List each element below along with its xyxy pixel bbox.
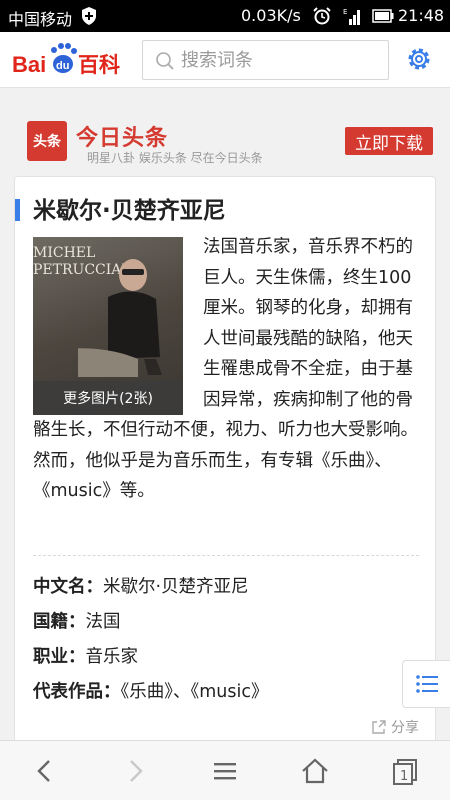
svg-text:du: du xyxy=(56,60,69,72)
network-speed: 0.03K/s xyxy=(241,6,301,25)
share-button[interactable]: 分享 xyxy=(371,717,419,737)
baidu-baike-logo[interactable]: Bai du 百科 xyxy=(12,42,130,78)
info-table: 中文名：米歇尔·贝楚齐亚尼 国籍：法国 职业：音乐家 代表作品：《乐曲》、《mu… xyxy=(33,573,419,713)
svg-text:E: E xyxy=(343,8,347,16)
status-bar: 中国移动 0.03K/s E 21:48 xyxy=(0,0,450,32)
forward-icon[interactable] xyxy=(120,756,150,786)
list-icon xyxy=(415,675,438,693)
info-key: 代表作品： xyxy=(33,682,121,702)
title-accent-bar xyxy=(15,199,20,221)
clock: 21:48 xyxy=(398,6,445,25)
info-key: 国籍： xyxy=(33,612,86,632)
header: Bai du 百科 xyxy=(0,32,450,88)
ad-subtitle: 明星八卦 娱乐头条 尽在今日头条 xyxy=(87,151,263,165)
pianist-figure xyxy=(78,259,162,377)
battery-icon xyxy=(372,9,394,23)
info-row: 代表作品：《乐曲》、《music》 xyxy=(33,678,419,713)
back-icon[interactable] xyxy=(30,756,60,786)
info-row: 中文名：米歇尔·贝楚齐亚尼 xyxy=(33,573,419,608)
divider xyxy=(33,555,419,556)
info-row: 国籍：法国 xyxy=(33,608,419,643)
alarm-icon xyxy=(313,7,331,25)
info-value: 音乐家 xyxy=(85,647,139,667)
home-icon[interactable] xyxy=(300,756,330,786)
article-card: 米歇尔·贝楚齐亚尼 法国音乐家，音乐界不朽的巨人。天生侏儒，终生100厘米。钢琴… xyxy=(14,176,436,746)
share-label: 分享 xyxy=(391,720,419,736)
more-images-link[interactable]: 更多图片(2张) xyxy=(33,381,183,415)
carrier-label: 中国移动 xyxy=(8,10,73,29)
search-input[interactable] xyxy=(181,47,381,73)
info-value: 《乐曲》、《music》 xyxy=(120,682,269,702)
tabs-icon[interactable]: 1 xyxy=(390,756,420,786)
svg-text:百科: 百科 xyxy=(78,53,120,77)
download-now-button[interactable]: 立即下载 xyxy=(345,127,433,155)
ad-title: 今日头条 xyxy=(76,126,169,151)
info-key: 职业： xyxy=(33,647,86,667)
search-icon xyxy=(156,52,174,70)
signal-icon: E xyxy=(343,8,360,25)
menu-icon[interactable] xyxy=(210,756,240,786)
toutiao-logo: 头条 xyxy=(27,121,67,161)
svg-text:Bai: Bai xyxy=(12,52,46,77)
info-key: 中文名： xyxy=(33,577,103,597)
info-value: 法国 xyxy=(85,612,121,632)
info-value: 米歇尔·贝楚齐亚尼 xyxy=(103,577,249,597)
table-of-contents-button[interactable] xyxy=(402,660,450,708)
tab-count: 1 xyxy=(400,769,408,784)
toutiao-ad-banner[interactable]: 头条 今日头条 明星八卦 娱乐头条 尽在今日头条 立即下载 xyxy=(14,110,436,170)
gear-icon[interactable] xyxy=(406,46,432,72)
browser-bottom-nav: 1 xyxy=(0,740,450,800)
search-box[interactable] xyxy=(142,40,389,80)
info-row: 职业：音乐家 xyxy=(33,643,419,678)
shield-icon xyxy=(82,7,96,25)
article-title: 米歇尔·贝楚齐亚尼 xyxy=(33,198,226,224)
share-icon xyxy=(372,720,386,734)
